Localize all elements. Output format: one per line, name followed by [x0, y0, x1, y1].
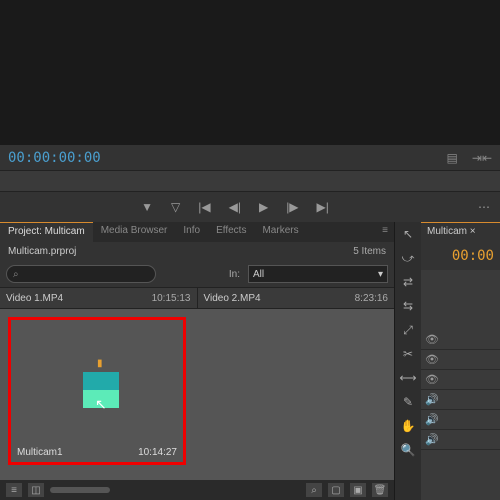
multicam-sequence-item[interactable]: ▮ ↖ Multicam1 10:14:27: [8, 317, 186, 465]
new-bin-icon[interactable]: ▢: [328, 483, 344, 497]
find-icon[interactable]: ⌕: [306, 483, 322, 497]
panel-tabs: Project: Multicam Media Browser Info Eff…: [0, 222, 394, 242]
rolling-edit-tool-icon[interactable]: ⇆: [398, 296, 418, 316]
eye-icon[interactable]: 👁: [425, 353, 439, 366]
timeline-tracks[interactable]: 👁 👁 👁 🔊 🔊 🔊: [421, 270, 500, 500]
tab-media-browser[interactable]: Media Browser: [93, 222, 176, 242]
filter-value: All: [253, 269, 264, 280]
ripple-edit-tool-icon[interactable]: ⇄: [398, 272, 418, 292]
clip-list-header: Video 1.MP4 10:15:13 Video 2.MP4 8:23:16: [0, 287, 394, 309]
clip-duration: 10:15:13: [152, 293, 191, 304]
pen-tool-icon[interactable]: ✎: [398, 392, 418, 412]
eye-icon[interactable]: 👁: [425, 333, 439, 346]
panel-menu-icon[interactable]: ≡: [376, 222, 394, 242]
speaker-icon[interactable]: 🔊: [425, 413, 439, 426]
go-to-in-icon[interactable]: |◀: [198, 200, 210, 214]
thumbnail-size-slider[interactable]: [50, 487, 110, 493]
video-track[interactable]: 👁: [421, 330, 500, 350]
project-panel: Project: Multicam Media Browser Info Eff…: [0, 222, 395, 500]
marker-split-icon[interactable]: ⇥⇤: [472, 151, 492, 165]
search-input[interactable]: ⌕: [6, 265, 156, 283]
tab-effects[interactable]: Effects: [208, 222, 254, 242]
play-icon[interactable]: ▶: [259, 200, 268, 214]
timeline-timecode[interactable]: 00:00: [421, 242, 500, 270]
speaker-icon[interactable]: 🔊: [425, 393, 439, 406]
mark-in-icon[interactable]: ▼: [141, 200, 153, 214]
go-to-out-icon[interactable]: ▶|: [317, 200, 329, 214]
speaker-icon[interactable]: 🔊: [425, 433, 439, 446]
tab-info[interactable]: Info: [175, 222, 208, 242]
audio-track[interactable]: 🔊: [421, 410, 500, 430]
video-track[interactable]: 👁: [421, 370, 500, 390]
delete-icon[interactable]: 🗑: [372, 483, 388, 497]
new-item-icon[interactable]: ▣: [350, 483, 366, 497]
step-back-icon[interactable]: ◀|: [229, 200, 241, 214]
selection-tool-icon[interactable]: ↖: [398, 224, 418, 244]
time-ruler[interactable]: [0, 170, 500, 192]
multicam-thumbnail: [83, 372, 119, 408]
filter-select[interactable]: All ▾: [248, 265, 388, 283]
icon-view-icon[interactable]: ◫: [28, 483, 44, 497]
step-forward-icon[interactable]: |▶: [286, 200, 298, 214]
project-filename: Multicam.prproj: [8, 246, 76, 257]
marker-icon: ▮: [97, 358, 103, 369]
multicam-name: Multicam1: [17, 447, 63, 458]
bin-thumbnail-area[interactable]: ▮ ↖ Multicam1 10:14:27: [0, 309, 394, 480]
video-track[interactable]: 👁: [421, 350, 500, 370]
more-transport-icon[interactable]: ⋯: [478, 200, 490, 214]
item-count: 5 Items: [353, 246, 386, 257]
timeline-tab[interactable]: Multicam ×: [421, 222, 500, 242]
hand-tool-icon[interactable]: ✋: [398, 416, 418, 436]
timecode-bar: 00:00:00:00 ▤ ⇥⇤: [0, 145, 500, 170]
clip-item-1[interactable]: Video 1.MP4 10:15:13: [0, 288, 197, 308]
clip-name: Video 1.MP4: [6, 293, 63, 304]
playhead-timecode[interactable]: 00:00:00:00: [8, 150, 101, 166]
list-view-icon[interactable]: ≡: [6, 483, 22, 497]
mark-out-icon[interactable]: ▽: [171, 200, 180, 214]
zoom-tool-icon[interactable]: 🔍: [398, 440, 418, 460]
project-bottom-bar: ≡ ◫ ⌕ ▢ ▣ 🗑: [0, 480, 394, 500]
clip-item-2[interactable]: Video 2.MP4 8:23:16: [197, 288, 395, 308]
audio-track[interactable]: 🔊: [421, 390, 500, 410]
timeline-panel: Multicam × 00:00 👁 👁 👁 🔊 🔊 🔊: [421, 222, 500, 500]
project-header: Multicam.prproj 5 Items: [0, 242, 394, 261]
track-select-tool-icon[interactable]: ⤻: [398, 248, 418, 268]
multicam-duration: 10:14:27: [138, 447, 177, 458]
tab-project[interactable]: Project: Multicam: [0, 222, 93, 242]
clip-duration: 8:23:16: [355, 293, 388, 304]
tools-panel: ↖ ⤻ ⇄ ⇆ ⤢ ✂ ⟷ ✎ ✋ 🔍: [395, 222, 421, 500]
audio-track[interactable]: 🔊: [421, 430, 500, 450]
tab-markers[interactable]: Markers: [254, 222, 306, 242]
program-monitor: [0, 0, 500, 145]
in-label: In:: [229, 269, 240, 280]
still-export-icon[interactable]: ▤: [447, 151, 458, 165]
slip-tool-icon[interactable]: ⟷: [398, 368, 418, 388]
transport-controls: ▼ ▽ |◀ ◀| ▶ |▶ ▶| ⋯: [0, 192, 500, 222]
chevron-down-icon: ▾: [378, 269, 383, 280]
search-row: ⌕ In: All ▾: [0, 261, 394, 287]
razor-tool-icon[interactable]: ✂: [398, 344, 418, 364]
clip-name: Video 2.MP4: [204, 293, 261, 304]
eye-icon[interactable]: 👁: [425, 373, 439, 386]
search-icon: ⌕: [13, 269, 19, 280]
rate-stretch-tool-icon[interactable]: ⤢: [398, 320, 418, 340]
